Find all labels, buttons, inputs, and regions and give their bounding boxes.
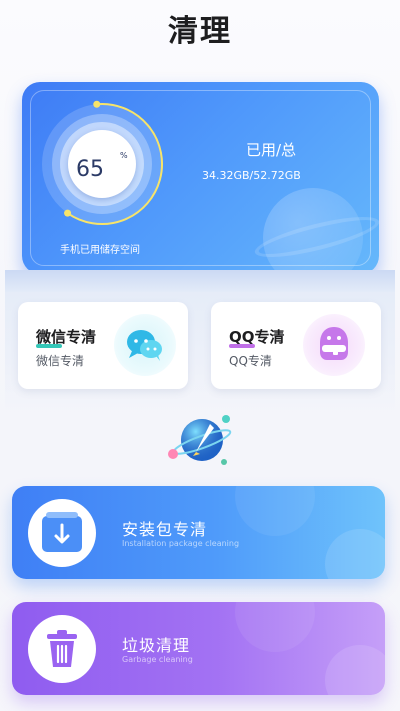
storage-percent-unit: % xyxy=(120,151,128,160)
decoration xyxy=(235,602,315,652)
clean-page: 清理 65 % 手机已用储存空间 已用/总 34.32GB/52.72GB 微信… xyxy=(0,0,400,711)
planet-decoration xyxy=(325,529,385,579)
install-package-clean-title: 安装包专清 xyxy=(122,520,208,539)
qq-icon xyxy=(303,314,365,376)
gauge-end-dot xyxy=(64,209,72,217)
package-download-icon xyxy=(28,499,96,567)
garbage-clean-title: 垃圾清理 xyxy=(122,636,191,655)
gauge-start-dot xyxy=(93,100,101,108)
wechat-icon xyxy=(114,314,176,376)
page-title: 清理 xyxy=(168,14,232,49)
storage-amount: 34.32GB/52.72GB xyxy=(202,169,301,182)
decoration xyxy=(235,486,315,536)
qq-clean-subtitle: QQ专清 xyxy=(229,354,272,368)
garbage-clean-subtitle: Garbage cleaning xyxy=(122,655,193,664)
qq-clean-card[interactable]: QQ专清 QQ专清 xyxy=(211,302,381,389)
rocket-icon xyxy=(166,412,236,472)
wechat-clean-card[interactable]: 微信专清 微信专清 xyxy=(18,302,188,389)
storage-caption: 手机已用储存空间 xyxy=(60,245,140,256)
planet-decoration xyxy=(325,645,385,695)
install-package-clean-subtitle: Installation package cleaning xyxy=(122,539,240,548)
garbage-clean-card[interactable]: 垃圾清理 Garbage cleaning xyxy=(12,602,385,695)
qq-clean-title: QQ专清 xyxy=(229,328,285,346)
wechat-clean-title: 微信专清 xyxy=(36,328,97,346)
install-package-clean-card[interactable]: 安装包专清 Installation package cleaning xyxy=(12,486,385,579)
storage-percent: 65 xyxy=(76,157,104,182)
storage-label: 已用/总 xyxy=(246,141,297,159)
wechat-clean-subtitle: 微信专清 xyxy=(36,354,85,368)
trash-can-icon xyxy=(28,615,96,683)
